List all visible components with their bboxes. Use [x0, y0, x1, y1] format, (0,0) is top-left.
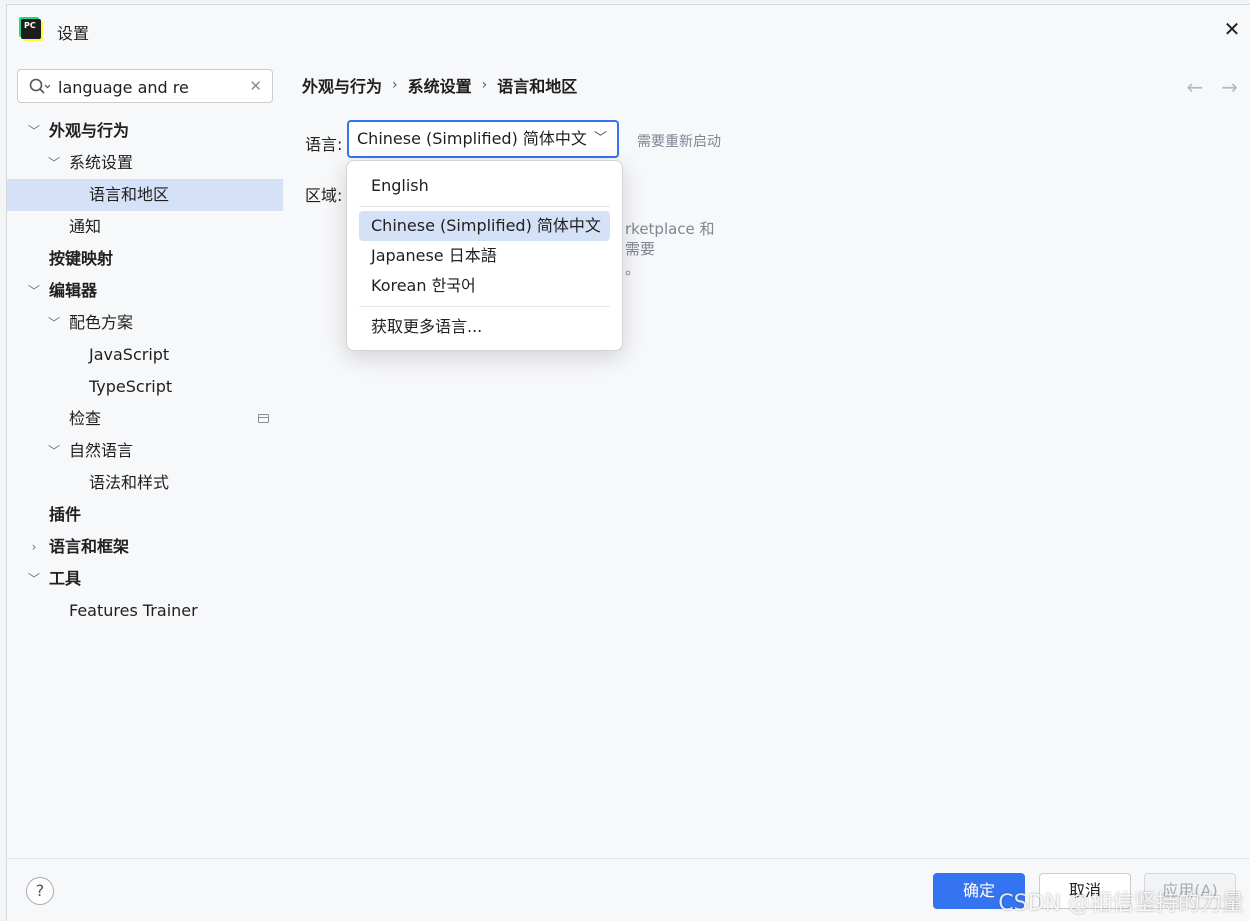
chevron-down-icon[interactable]: ﹀	[27, 563, 41, 595]
tree-item-color-scheme[interactable]: ﹀ 配色方案	[7, 307, 283, 339]
tree-item-label: JavaScript	[89, 345, 170, 364]
language-label: 语言:	[305, 135, 343, 154]
tree-item-label: 语法和样式	[89, 473, 170, 492]
tree-item-label: 插件	[49, 505, 82, 524]
chevron-down-icon[interactable]: ﹀	[27, 275, 41, 307]
window-title: 设置	[57, 24, 90, 43]
language-option-english[interactable]: English	[359, 171, 610, 201]
settings-tree: ﹀ 外观与行为 ﹀ 系统设置 语言和地区 通知 按键映射 ﹀ 编辑器 ﹀ 配色方…	[7, 115, 283, 627]
tree-item-inspections[interactable]: 检查	[7, 403, 283, 435]
tree-item-label: 配色方案	[69, 313, 134, 332]
chevron-down-icon[interactable]: ﹀	[47, 307, 61, 339]
tree-item-features-trainer[interactable]: Features Trainer	[7, 595, 283, 627]
breadcrumb-item[interactable]: 外观与行为	[302, 73, 382, 97]
chevron-right-icon[interactable]: ›	[27, 531, 41, 563]
help-button[interactable]: ?	[26, 877, 54, 905]
tree-item-label: 编辑器	[49, 281, 98, 300]
tree-item-keymap[interactable]: 按键映射	[7, 243, 283, 275]
window-icon	[258, 414, 269, 423]
chevron-down-icon[interactable]: ﹀	[47, 147, 61, 179]
tree-item-system-settings[interactable]: ﹀ 系统设置	[7, 147, 283, 179]
tree-item-label: 语言和框架	[49, 537, 130, 556]
breadcrumb-item: 语言和地区	[497, 77, 578, 96]
tree-item-label: 自然语言	[69, 441, 134, 460]
get-more-languages-option[interactable]: 获取更多语言...	[359, 312, 610, 342]
search-icon	[29, 78, 50, 94]
description-text: 需要	[625, 240, 656, 258]
pycharm-logo-icon: PC	[21, 19, 41, 39]
language-select[interactable]: Chinese (Simplified) 简体中文 ﹀	[347, 120, 619, 158]
divider	[359, 306, 610, 307]
tree-item-label: TypeScript	[89, 377, 173, 396]
search-input[interactable]	[58, 76, 246, 98]
tree-item-label: Features Trainer	[69, 601, 198, 620]
settings-search[interactable]: ✕	[17, 69, 273, 103]
tree-item-natural-languages[interactable]: ﹀ 自然语言	[7, 435, 283, 467]
tree-item-label: 检查	[69, 409, 102, 428]
tree-item-grammar-style[interactable]: 语法和样式	[7, 467, 283, 499]
chevron-down-icon[interactable]: ﹀	[47, 435, 61, 467]
clear-search-icon[interactable]: ✕	[249, 77, 262, 95]
tree-item-label: 按键映射	[49, 249, 114, 268]
breadcrumb: 外观与行为 › 系统设置 › 语言和地区	[302, 73, 577, 97]
region-label: 区域:	[305, 186, 343, 205]
forward-arrow-icon[interactable]: →	[1221, 75, 1238, 99]
close-icon[interactable]: ✕	[1222, 19, 1242, 39]
language-dropdown-popup: English Chinese (Simplified) 简体中文 Japane…	[346, 160, 623, 351]
tree-item-label: 通知	[69, 217, 102, 236]
language-option-chinese[interactable]: Chinese (Simplified) 简体中文	[359, 211, 610, 241]
tree-item-typescript[interactable]: TypeScript	[7, 371, 283, 403]
tree-item-notifications[interactable]: 通知	[7, 211, 283, 243]
tree-item-plugins[interactable]: 插件	[7, 499, 283, 531]
tree-item-language-region[interactable]: 语言和地区	[7, 179, 283, 211]
restart-hint: 需要重新启动	[637, 134, 721, 150]
tree-item-label: 系统设置	[69, 153, 134, 172]
tree-item-languages-frameworks[interactable]: › 语言和框架	[7, 531, 283, 563]
description-text: 。	[625, 260, 641, 278]
tree-item-appearance[interactable]: ﹀ 外观与行为	[7, 115, 283, 147]
title-bar: PC 设置 ✕	[7, 5, 1250, 55]
tree-item-label: 外观与行为	[49, 121, 130, 140]
tree-item-label: 语言和地区	[89, 185, 170, 204]
settings-window: PC 设置 ✕ ✕ ﹀ 外观与行为 ﹀ 系统设置 语言和地区	[6, 4, 1250, 921]
settings-sidebar: ✕ ﹀ 外观与行为 ﹀ 系统设置 语言和地区 通知 按键映射 ﹀ 编辑器	[7, 55, 283, 858]
tree-item-label: 工具	[49, 569, 82, 588]
tree-item-javascript[interactable]: JavaScript	[7, 339, 283, 371]
chevron-down-icon[interactable]: ﹀	[27, 115, 41, 147]
breadcrumb-separator-icon: ›	[481, 77, 488, 93]
back-arrow-icon[interactable]: ←	[1186, 75, 1203, 99]
chevron-down-icon: ﹀	[593, 131, 607, 146]
language-option-korean[interactable]: Korean 한국어	[359, 271, 610, 301]
breadcrumb-separator-icon: ›	[392, 77, 398, 93]
language-select-value: Chinese (Simplified) 简体中文	[357, 129, 587, 148]
tree-item-editor[interactable]: ﹀ 编辑器	[7, 275, 283, 307]
watermark: CSDN @相信坚持的力量	[998, 891, 1244, 916]
divider	[359, 206, 610, 207]
language-option-japanese[interactable]: Japanese 日本語	[359, 241, 610, 271]
breadcrumb-item[interactable]: 系统设置	[408, 73, 472, 97]
tree-item-tools[interactable]: ﹀ 工具	[7, 563, 283, 595]
nav-arrows: ← →	[1186, 75, 1238, 99]
description-text: rketplace 和	[625, 220, 715, 238]
